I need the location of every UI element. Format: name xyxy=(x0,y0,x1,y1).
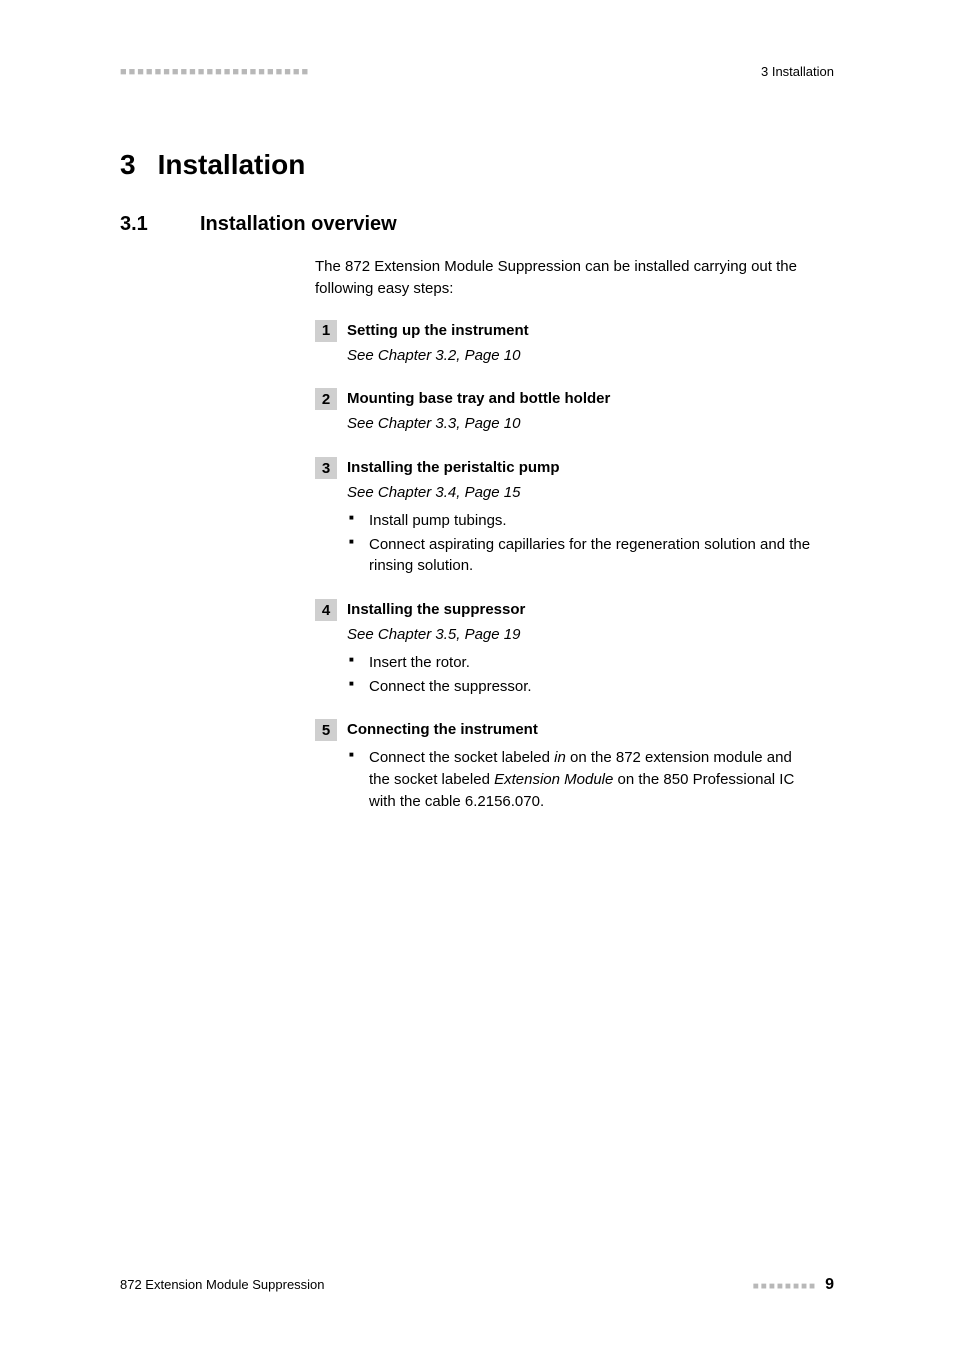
step-item: 4 Installing the suppressor See Chapter … xyxy=(315,599,814,697)
step-title: Installing the suppressor xyxy=(347,599,525,621)
page-header: ■■■■■■■■■■■■■■■■■■■■■■ 3 Installation xyxy=(120,64,834,79)
step-title: Mounting base tray and bottle holder xyxy=(347,388,610,410)
list-item: Connect the suppressor. xyxy=(347,676,814,698)
step-reference-link[interactable]: See Chapter 3.3, Page 10 xyxy=(347,413,814,435)
step-number-badge: 3 xyxy=(315,457,337,479)
section-number: 3.1 xyxy=(120,213,200,236)
step-title: Setting up the instrument xyxy=(347,320,529,342)
step-bullet-list: Insert the rotor. Connect the suppressor… xyxy=(347,652,814,698)
step-item: 1 Setting up the instrument See Chapter … xyxy=(315,320,814,367)
section-heading: 3.1 Installation overview xyxy=(120,213,834,236)
intro-paragraph: The 872 Extension Module Suppression can… xyxy=(315,256,814,300)
step-title: Installing the peristaltic pump xyxy=(347,457,560,479)
step-bullet-list: Install pump tubings. Connect aspirating… xyxy=(347,510,814,577)
page-number: 9 xyxy=(825,1276,834,1294)
list-item: Insert the rotor. xyxy=(347,652,814,674)
section-title: Installation overview xyxy=(200,213,397,236)
step-number-badge: 4 xyxy=(315,599,337,621)
step-number-badge: 2 xyxy=(315,388,337,410)
step-bullet-list: Connect the socket labeled in on the 872… xyxy=(347,747,814,812)
page-footer: 872 Extension Module Suppression ■■■■■■■… xyxy=(120,1276,834,1294)
step-item: 5 Connecting the instrument Connect the … xyxy=(315,719,814,812)
list-item: Connect aspirating capillaries for the r… xyxy=(347,534,814,578)
step-number-badge: 5 xyxy=(315,719,337,741)
step-number-badge: 1 xyxy=(315,320,337,342)
step-reference-link[interactable]: See Chapter 3.5, Page 19 xyxy=(347,624,814,646)
header-chapter-label: 3 Installation xyxy=(761,64,834,79)
list-item: Install pump tubings. xyxy=(347,510,814,532)
text-fragment: Connect the socket labeled xyxy=(369,749,554,766)
chapter-title-text: Installation xyxy=(158,149,306,180)
header-decoration-left: ■■■■■■■■■■■■■■■■■■■■■■ xyxy=(120,66,310,78)
content-area: The 872 Extension Module Suppression can… xyxy=(315,256,814,813)
step-reference-link[interactable]: See Chapter 3.2, Page 10 xyxy=(347,345,814,367)
step-item: 2 Mounting base tray and bottle holder S… xyxy=(315,388,814,435)
footer-document-title: 872 Extension Module Suppression xyxy=(120,1277,325,1292)
text-emphasis: in xyxy=(554,749,566,766)
text-emphasis: Extension Module xyxy=(494,771,613,788)
chapter-number: 3 xyxy=(120,149,136,181)
chapter-title: 3 Installation xyxy=(120,149,834,181)
step-item: 3 Installing the peristaltic pump See Ch… xyxy=(315,457,814,577)
list-item: Connect the socket labeled in on the 872… xyxy=(347,747,814,812)
step-reference-link[interactable]: See Chapter 3.4, Page 15 xyxy=(347,482,814,504)
step-title: Connecting the instrument xyxy=(347,719,538,741)
footer-decoration: ■■■■■■■■ xyxy=(753,1281,817,1292)
